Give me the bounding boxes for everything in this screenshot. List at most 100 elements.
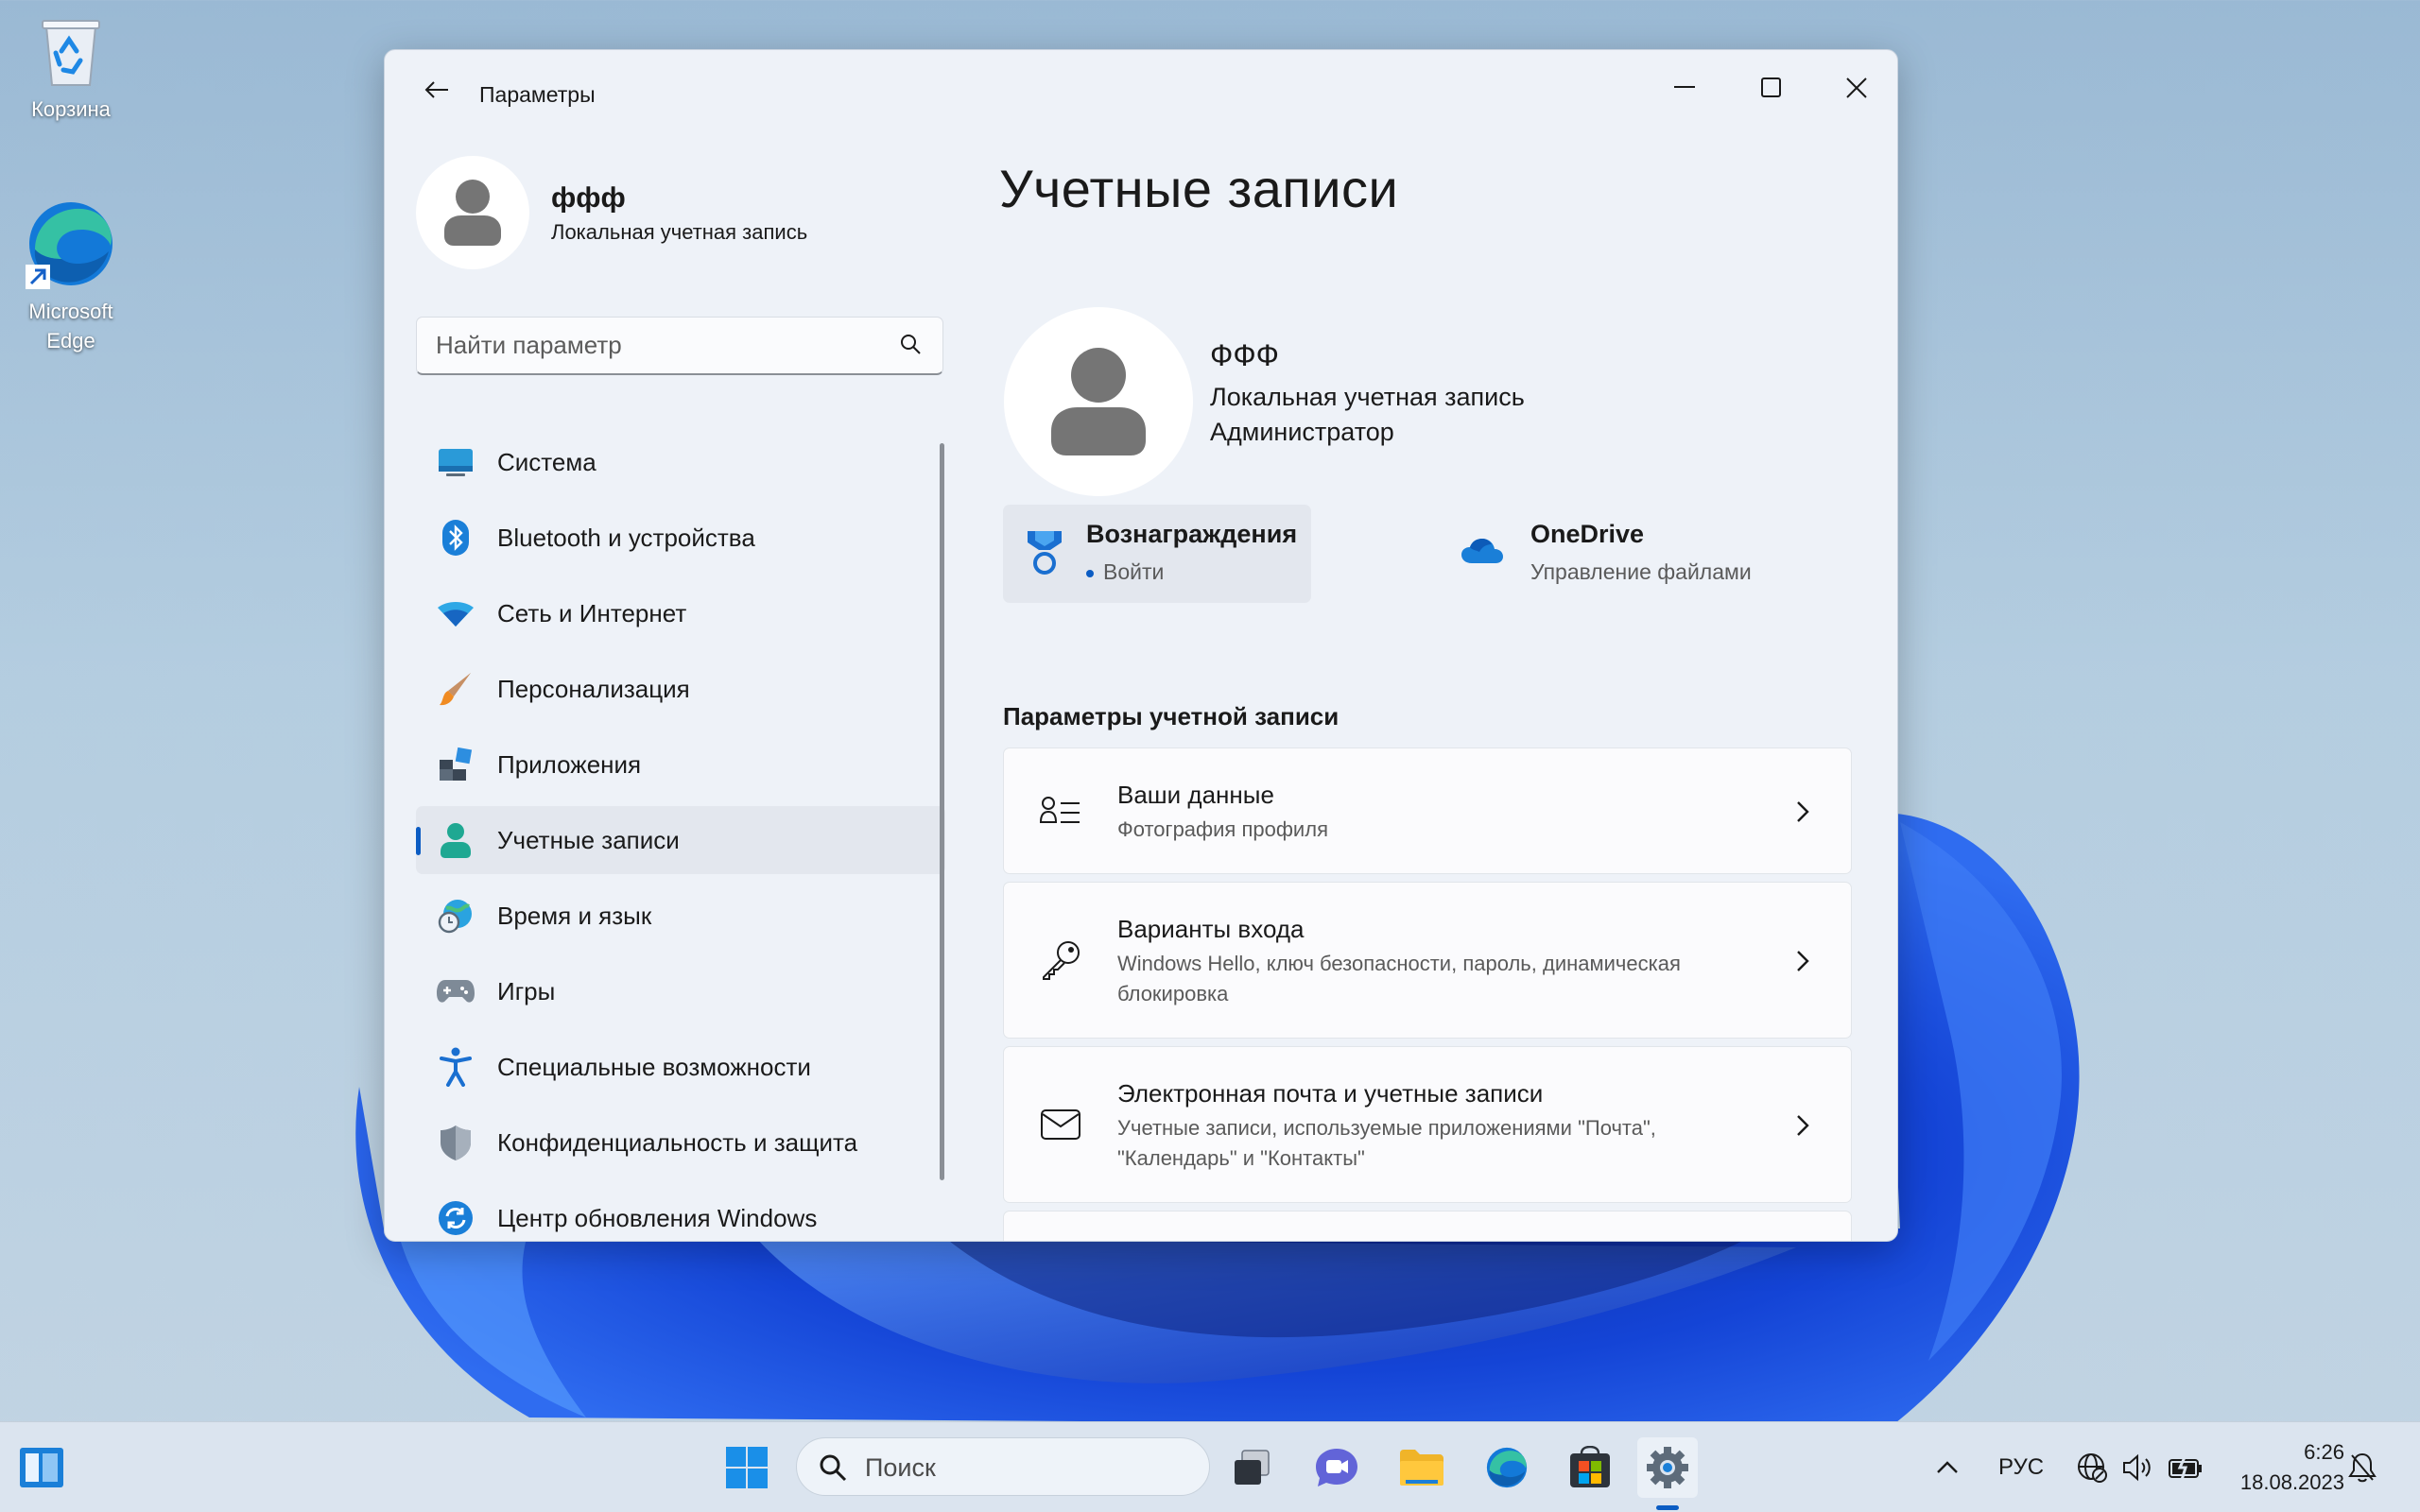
chevron-right-icon (1797, 801, 1809, 822)
sidebar-item-windows-update[interactable]: Центр обновления Windows (416, 1184, 945, 1241)
email-accounts-card[interactable]: Электронная почта и учетные записи Учетн… (1003, 1046, 1852, 1203)
shield-icon (435, 1122, 476, 1163)
onedrive-title: OneDrive (1530, 520, 1645, 548)
windows-logo-icon (726, 1447, 768, 1488)
edge-icon (26, 202, 112, 289)
tray-icons[interactable] (2076, 1422, 2204, 1512)
chevron-right-icon (1797, 1115, 1809, 1136)
status-dot (1086, 569, 1094, 577)
network-globe-icon (2078, 1453, 2107, 1483)
rewards-title: Вознаграждения (1086, 520, 1298, 548)
title-bar[interactable]: Параметры (385, 50, 1897, 126)
sidebar-profile-name: ффф (551, 182, 626, 214)
card-title: Варианты входа (1117, 915, 1305, 943)
close-icon (1846, 77, 1867, 98)
globe-clock-icon (435, 895, 476, 936)
sidebar-item-label: Сеть и Интернет (497, 598, 687, 627)
notification-bell-icon (2348, 1452, 2377, 1483)
task-view-button[interactable] (1221, 1437, 1282, 1498)
onedrive-cloud-icon (1461, 539, 1503, 563)
section-title: Параметры учетной записи (1003, 702, 1340, 730)
recycle-bin-icon (42, 20, 100, 86)
sidebar-item-label: Игры (497, 976, 556, 1005)
sidebar-item-time-language[interactable]: Время и язык (416, 882, 945, 950)
sidebar-item-label: Приложения (497, 749, 642, 779)
wifi-icon (435, 593, 476, 634)
person-list-icon (1038, 789, 1083, 834)
back-button[interactable] (413, 71, 460, 109)
key-icon (1038, 937, 1083, 983)
sidebar-item-label: Время и язык (497, 901, 652, 930)
start-button[interactable] (717, 1437, 777, 1498)
chevron-right-icon (1797, 951, 1809, 971)
settings-window: Параметры ффф Локальная учетная запись С… (384, 49, 1898, 1242)
back-arrow-icon (424, 81, 448, 98)
edge-taskbar-button[interactable] (1477, 1437, 1537, 1498)
user-icon (444, 180, 501, 246)
clock[interactable]: 6:26 18.08.2023 (2240, 1437, 2344, 1498)
more-card-partial[interactable] (1003, 1211, 1852, 1241)
sidebar-profile-subtitle: Локальная учетная запись (551, 220, 808, 244)
sidebar-item-personalization[interactable]: Персонализация (416, 655, 945, 723)
widgets-button[interactable] (11, 1437, 72, 1498)
search-icon (820, 1454, 847, 1482)
sidebar-item-system[interactable]: Система (416, 428, 945, 496)
sidebar-item-label: Система (497, 447, 596, 476)
bluetooth-icon (435, 517, 476, 558)
store-button[interactable] (1560, 1437, 1620, 1498)
your-info-card[interactable]: Ваши данные Фотография профиля (1003, 747, 1852, 874)
mail-icon (1038, 1102, 1083, 1147)
file-explorer-button[interactable] (1392, 1437, 1452, 1498)
rewards-tile[interactable]: Вознаграждения Войти (1003, 505, 1311, 603)
sidebar-item-privacy[interactable]: Конфиденциальность и защита (416, 1108, 945, 1177)
sidebar-item-label: Центр обновления Windows (497, 1203, 818, 1232)
notifications-button[interactable] (2348, 1422, 2377, 1512)
sidebar-item-gaming[interactable]: Игры (416, 957, 945, 1025)
gamepad-icon (435, 971, 476, 1012)
language-label: РУС (1998, 1454, 2045, 1480)
chat-button[interactable] (1306, 1437, 1367, 1498)
system-tray (1934, 1422, 1961, 1512)
clock-time: 6:26 (2304, 1440, 2344, 1464)
sidebar-scrollbar[interactable] (940, 443, 944, 1180)
edge-label: Microsoft Edge (28, 300, 113, 352)
chevron-up-icon[interactable] (1934, 1458, 1961, 1477)
desktop-edge[interactable]: Microsoft Edge (9, 197, 132, 355)
recycle-bin-label: Корзина (31, 97, 111, 121)
close-button[interactable] (1814, 60, 1897, 116)
gear-icon (1647, 1447, 1688, 1488)
desktop-recycle-bin[interactable]: Корзина (9, 13, 132, 124)
edge-icon (1486, 1447, 1528, 1488)
app-title: Параметры (479, 82, 596, 107)
sidebar-item-bluetooth[interactable]: Bluetooth и устройства (416, 504, 945, 572)
account-avatar[interactable] (1004, 307, 1193, 496)
folder-icon (1400, 1450, 1443, 1486)
maximize-button[interactable] (1729, 60, 1814, 116)
account-name: ФФФ (1210, 338, 1279, 372)
search-input[interactable] (436, 318, 890, 372)
language-indicator[interactable]: РУС (1998, 1422, 2044, 1512)
settings-taskbar-button[interactable] (1637, 1437, 1698, 1498)
minimize-button[interactable] (1642, 60, 1727, 116)
onedrive-tile[interactable]: OneDrive Управление файлами (1443, 505, 1784, 603)
chat-icon (1316, 1449, 1357, 1486)
brush-icon (435, 668, 476, 710)
rewards-signin-link[interactable]: Войти (1086, 559, 1164, 585)
sidebar-item-accessibility[interactable]: Специальные возможности (416, 1033, 945, 1101)
search-icon[interactable] (899, 333, 924, 357)
settings-search[interactable] (416, 317, 943, 375)
active-app-indicator (1656, 1505, 1679, 1510)
update-icon (435, 1197, 476, 1239)
volume-icon (2123, 1453, 2151, 1482)
card-title: Ваши данные (1117, 781, 1274, 809)
sidebar-item-label: Специальные возможности (497, 1052, 811, 1081)
sidebar-item-accounts[interactable]: Учетные записи (416, 806, 945, 874)
sign-in-options-card[interactable]: Варианты входа Windows Hello, ключ безоп… (1003, 882, 1852, 1039)
task-view-icon (1235, 1450, 1270, 1485)
sidebar-item-apps[interactable]: Приложения (416, 730, 945, 799)
sidebar-item-network[interactable]: Сеть и Интернет (416, 579, 945, 647)
clock-date: 18.08.2023 (2239, 1470, 2344, 1494)
store-icon (1570, 1446, 1610, 1487)
sidebar-avatar[interactable] (416, 156, 529, 269)
taskbar-search[interactable]: Поиск (796, 1437, 1210, 1496)
